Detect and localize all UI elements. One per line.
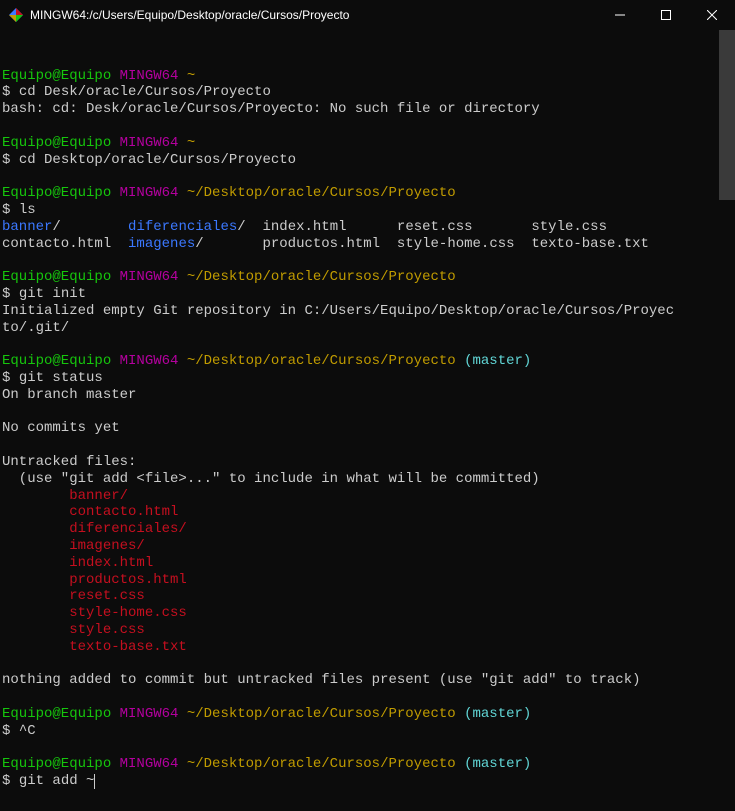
untracked-file: imagenes/	[69, 538, 145, 554]
minimize-button[interactable]	[597, 0, 643, 30]
ls-file: index.html	[262, 219, 346, 235]
ls-file: contacto.html	[2, 236, 111, 252]
output-text: Untracked files:	[2, 454, 136, 470]
text-cursor	[94, 774, 95, 789]
output-text: Initialized empty Git repository in C:/U…	[2, 303, 674, 319]
untracked-file: banner/	[69, 488, 128, 504]
prompt-path: ~	[187, 68, 195, 84]
prompt-path: ~/Desktop/oracle/Cursos/Proyecto	[187, 756, 456, 772]
ls-file: texto-base.txt	[531, 236, 649, 252]
command-text: ls	[19, 202, 36, 218]
prompt-path: ~	[187, 135, 195, 151]
terminal-line: Equipo@Equipo MINGW64 ~ $ cd Desk/oracle…	[2, 51, 733, 790]
prompt-env: MINGW64	[120, 185, 179, 201]
untracked-file: diferenciales/	[69, 521, 187, 537]
prompt-branch: (master)	[464, 353, 531, 369]
output-text: (use "git add <file>..." to include in w…	[2, 471, 540, 487]
output-text: nothing added to commit but untracked fi…	[2, 672, 641, 688]
prompt-env: MINGW64	[120, 756, 179, 772]
ls-file: style-home.css	[397, 236, 515, 252]
prompt-env: MINGW64	[120, 68, 179, 84]
untracked-file: index.html	[69, 555, 153, 571]
vertical-scrollbar[interactable]	[719, 30, 735, 788]
untracked-file: reset.css	[69, 588, 145, 604]
prompt-branch: (master)	[464, 706, 531, 722]
prompt-env: MINGW64	[120, 135, 179, 151]
terminal-area[interactable]: Equipo@Equipo MINGW64 ~ $ cd Desk/oracle…	[0, 30, 735, 811]
ls-file: productos.html	[262, 236, 380, 252]
close-button[interactable]	[689, 0, 735, 30]
prompt-env: MINGW64	[120, 706, 179, 722]
maximize-button[interactable]	[643, 0, 689, 30]
titlebar-left: MINGW64:/c/Users/Equipo/Desktop/oracle/C…	[8, 7, 349, 23]
prompt-user: Equipo@Equipo	[2, 185, 111, 201]
ls-dir: diferenciales	[128, 219, 237, 235]
command-text: git status	[19, 370, 103, 386]
command-text: cd Desktop/oracle/Cursos/Proyecto	[19, 152, 296, 168]
prompt-path: ~/Desktop/oracle/Cursos/Proyecto	[187, 185, 456, 201]
command-text: git add ~	[19, 773, 95, 789]
window-title: MINGW64:/c/Users/Equipo/Desktop/oracle/C…	[30, 8, 349, 22]
prompt-path: ~/Desktop/oracle/Cursos/Proyecto	[187, 706, 456, 722]
command-text: ^C	[19, 723, 36, 739]
prompt-branch: (master)	[464, 756, 531, 772]
untracked-file: contacto.html	[69, 504, 178, 520]
output-text: On branch master	[2, 387, 136, 403]
untracked-file: style.css	[69, 622, 145, 638]
window-titlebar: MINGW64:/c/Users/Equipo/Desktop/oracle/C…	[0, 0, 735, 30]
prompt-user: Equipo@Equipo	[2, 269, 111, 285]
scrollbar-thumb[interactable]	[719, 30, 735, 200]
ls-file: style.css	[531, 219, 607, 235]
command-text: git init	[19, 286, 86, 302]
prompt-path: ~/Desktop/oracle/Cursos/Proyecto	[187, 269, 456, 285]
prompt-env: MINGW64	[120, 353, 179, 369]
ls-dir: imagenes	[128, 236, 195, 252]
ls-dir: banner	[2, 219, 52, 235]
prompt-user: Equipo@Equipo	[2, 756, 111, 772]
prompt-user: Equipo@Equipo	[2, 135, 111, 151]
prompt-user: Equipo@Equipo	[2, 353, 111, 369]
output-text: to/.git/	[2, 320, 69, 336]
prompt-path: ~/Desktop/oracle/Cursos/Proyecto	[187, 353, 456, 369]
untracked-file: productos.html	[69, 572, 187, 588]
prompt-user: Equipo@Equipo	[2, 706, 111, 722]
untracked-file: texto-base.txt	[69, 639, 187, 655]
untracked-file: style-home.css	[69, 605, 187, 621]
prompt-user: Equipo@Equipo	[2, 68, 111, 84]
window-controls	[597, 0, 735, 30]
output-text: bash: cd: Desk/oracle/Cursos/Proyecto: N…	[2, 101, 540, 117]
output-text: No commits yet	[2, 420, 120, 436]
prompt-env: MINGW64	[120, 269, 179, 285]
command-text: cd Desk/oracle/Cursos/Proyecto	[19, 84, 271, 100]
app-logo-icon	[8, 7, 24, 23]
ls-file: reset.css	[397, 219, 473, 235]
